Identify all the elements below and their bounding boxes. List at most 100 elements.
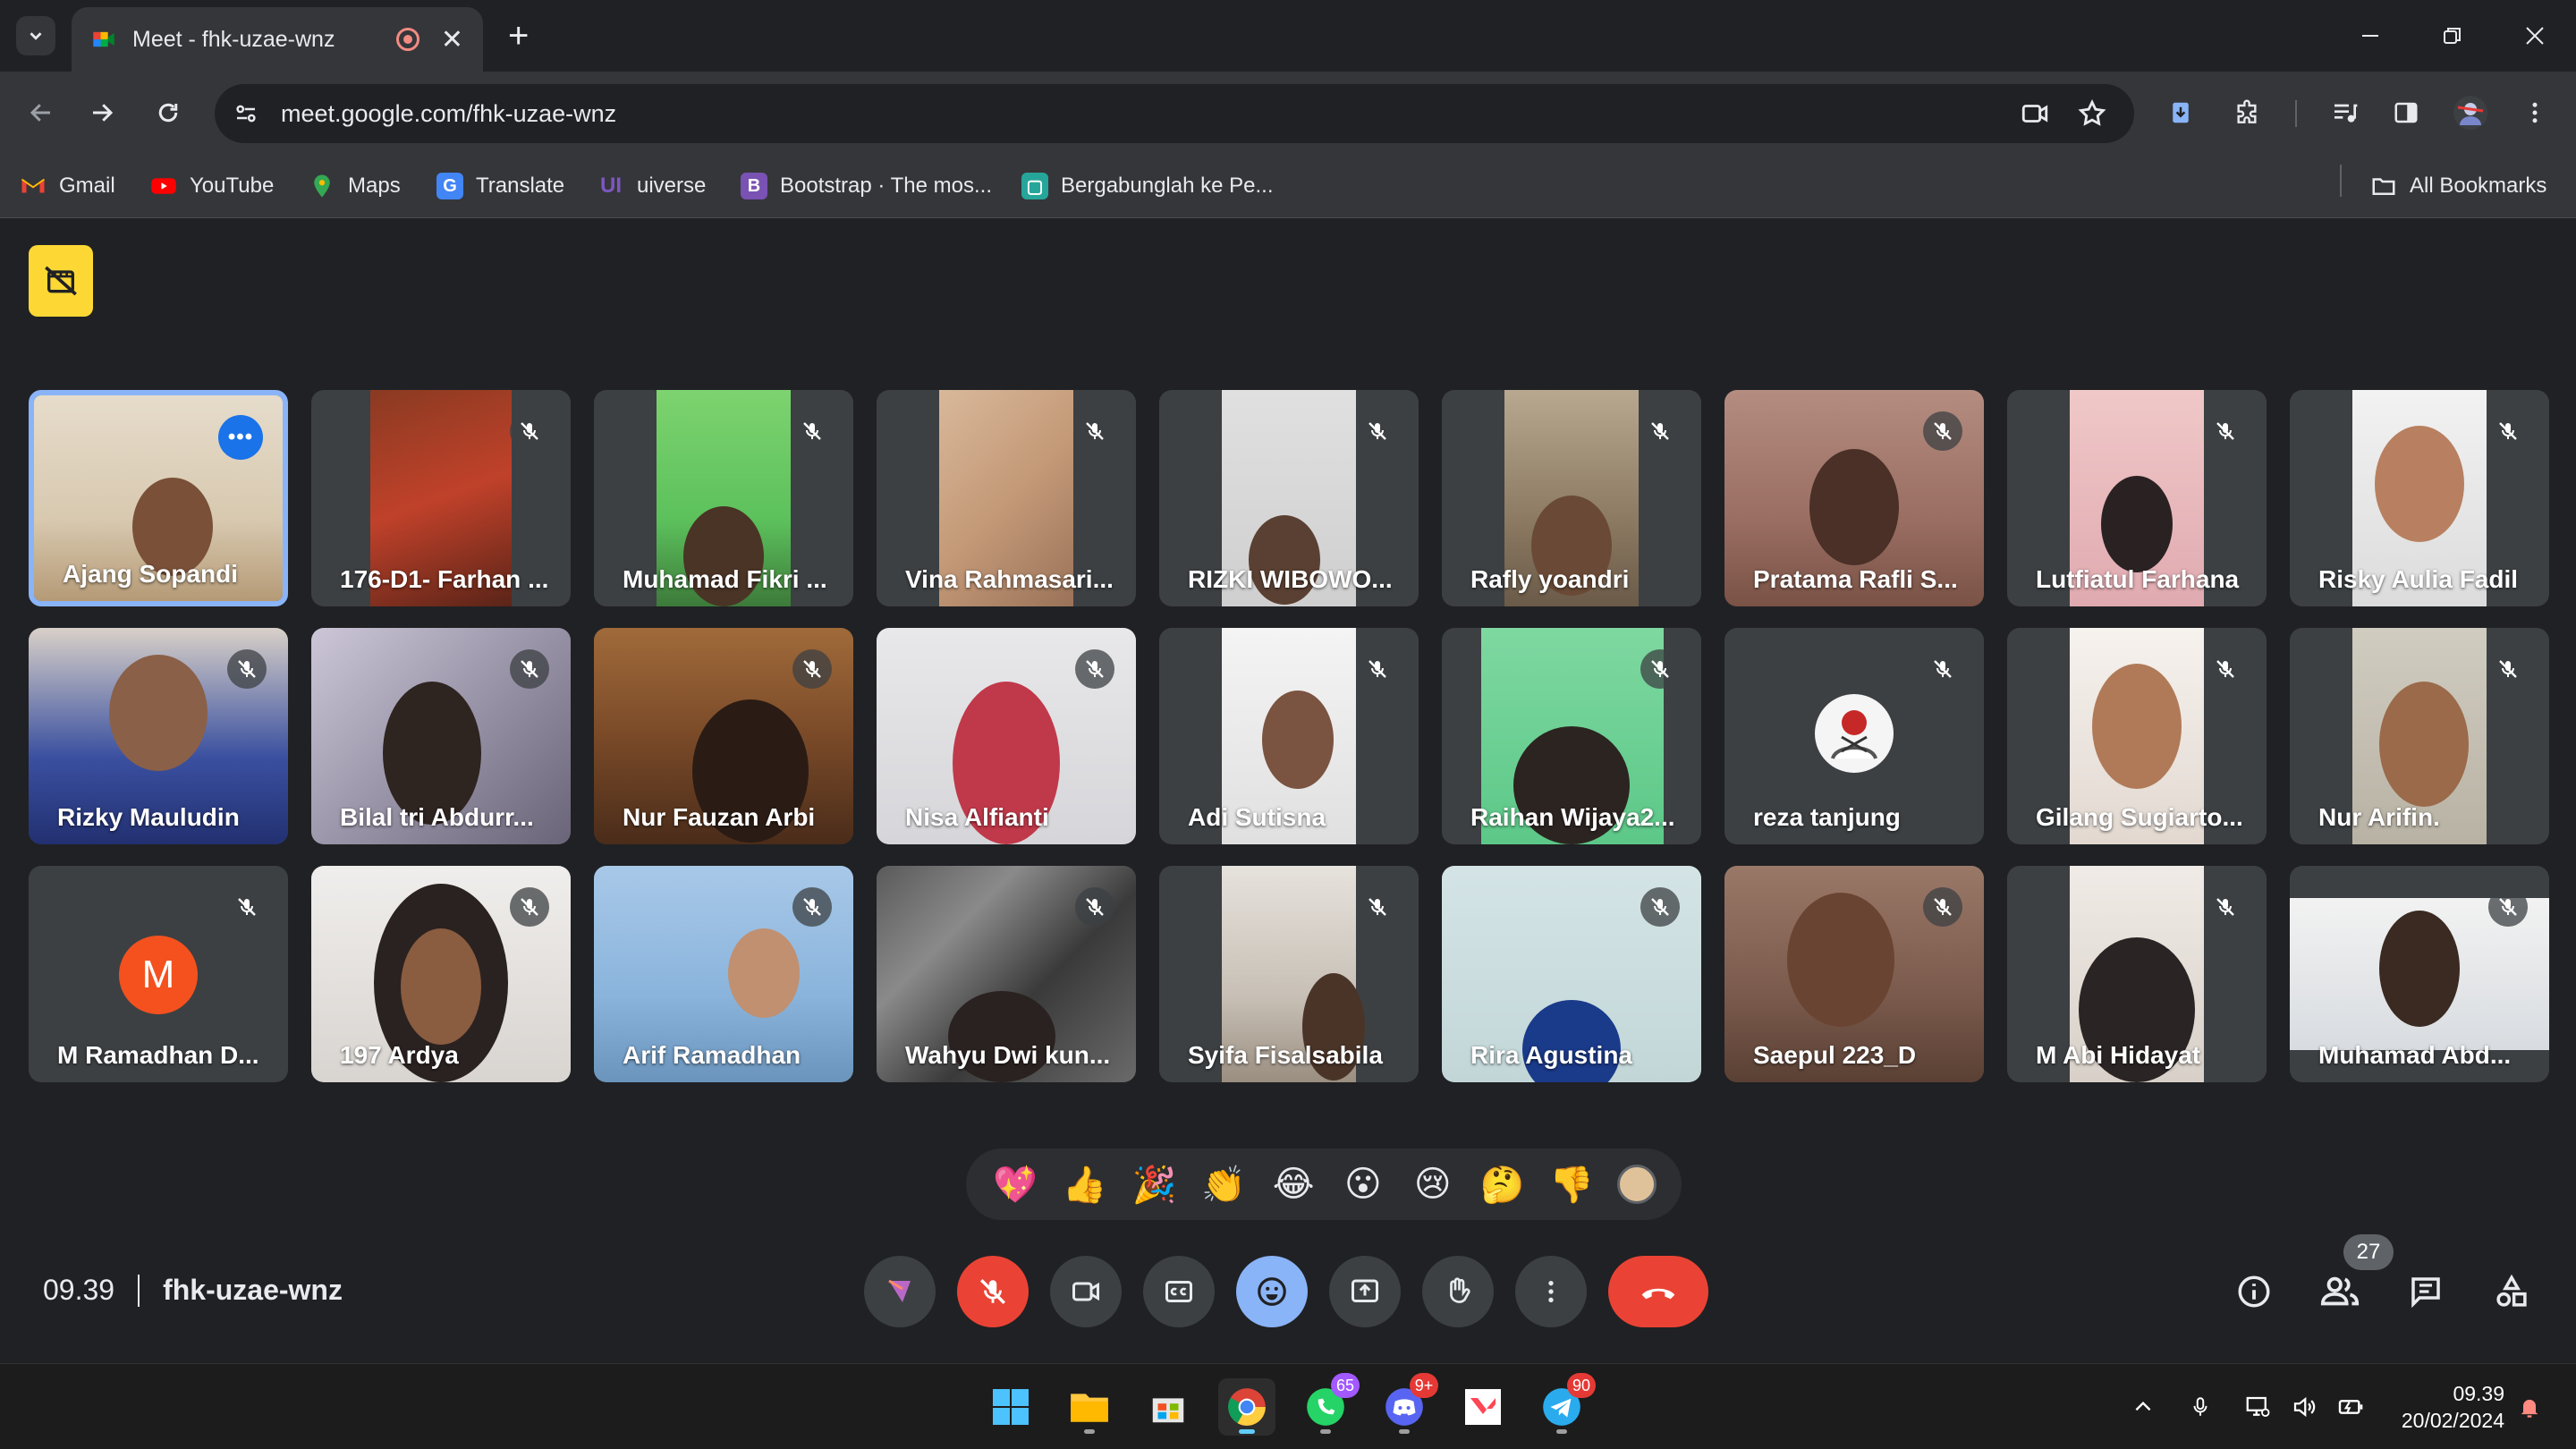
close-window-icon[interactable] [2517,18,2553,54]
all-bookmarks-button[interactable]: All Bookmarks [2370,168,2546,204]
camera-off-indicator[interactable] [29,245,93,317]
reaction-thumbs-up[interactable]: 👍 [1061,1160,1109,1208]
browser-tab[interactable]: Meet - fhk-uzae-wnz ✕ [72,7,483,72]
participant-tile[interactable]: Pratama Rafli S... [1724,390,1984,606]
reaction-clapping[interactable]: 👏 [1199,1160,1248,1208]
system-clock[interactable]: 09.39 20/02/2024 [2379,1380,2504,1434]
participant-tile[interactable]: Raihan Wijaya2... [1442,628,1701,844]
camera-toggle-button[interactable] [1050,1256,1122,1327]
camera-in-use-icon[interactable] [2020,98,2050,129]
discord-button[interactable]: 9+ [1376,1373,1438,1436]
people-button[interactable] [2311,1263,2368,1320]
network-icon[interactable] [2240,1389,2275,1425]
running-indicator [1084,1429,1095,1434]
telegram-button[interactable]: 90 [1533,1373,1596,1436]
shapes-icon [2496,1274,2527,1307]
bookmark-label: Gmail [59,174,115,198]
leave-call-button[interactable] [1608,1256,1708,1327]
participant-tile[interactable]: Adi Sutisna [1159,628,1419,844]
volume-icon[interactable] [2286,1389,2322,1425]
bookmark-label: Bootstrap · The mos... [780,174,992,198]
participant-tile[interactable]: RIZKI WIBOWO... [1159,390,1419,606]
tab-close-icon[interactable]: ✕ [441,24,463,55]
reaction-laughing[interactable]: 😂 [1269,1160,1318,1208]
participant-tile[interactable]: Rizky Mauludin [29,628,288,844]
participant-tile[interactable]: Lutfiatul Farhana [2007,390,2267,606]
star-icon[interactable] [2077,98,2107,129]
participant-tile[interactable]: Rafly yoandri [1442,390,1701,606]
restore-icon[interactable] [2435,18,2470,54]
bookmark-uiverse[interactable]: UI uiverse [597,168,706,204]
reload-button[interactable] [147,91,190,134]
participant-tile[interactable]: Bilal tri Abdurr... [311,628,571,844]
reaction-crying[interactable]: 😢 [1409,1160,1457,1208]
chrome-taskbar-button[interactable] [1218,1378,1275,1436]
participant-tile[interactable]: Nur Arifin. [2290,628,2549,844]
raise-hand-button[interactable] [1422,1256,1494,1327]
activities-button[interactable] [2483,1263,2540,1320]
participant-tile[interactable]: Arif Ramadhan [594,866,853,1082]
participant-tile[interactable]: Syifa Fisalsabila [1159,866,1419,1082]
present-screen-button[interactable] [1329,1256,1401,1327]
mic-toggle-button[interactable] [957,1256,1029,1327]
battery-icon[interactable] [2333,1389,2368,1425]
chat-button[interactable] [2397,1263,2454,1320]
captions-button[interactable] [1143,1256,1215,1327]
chrome-menu-icon[interactable] [2515,93,2555,132]
tab-search-button[interactable] [16,16,55,55]
extension-download-icon[interactable] [2161,93,2200,132]
reaction-sparkling-heart[interactable]: 💖 [991,1160,1039,1208]
address-bar[interactable]: meet.google.com/fhk-uzae-wnz [215,84,2134,143]
reaction-surprised[interactable]: 😮 [1339,1160,1387,1208]
bookmark-maps[interactable]: Maps [309,168,401,204]
back-button[interactable] [20,91,63,134]
participant-tile[interactable]: 176-D1- Farhan ... [311,390,571,606]
participant-tile[interactable]: 197 Ardya [311,866,571,1082]
participant-tile[interactable]: reza tanjung [1724,628,1984,844]
extensions-puzzle-icon[interactable] [2227,93,2267,132]
participant-tile[interactable]: Nur Fauzan Arbi [594,628,853,844]
skin-tone-picker[interactable] [1617,1165,1657,1204]
participant-tile[interactable]: Saepul 223_D [1724,866,1984,1082]
profile-avatar[interactable] [2451,93,2490,132]
reaction-party-popper[interactable]: 🎉 [1130,1160,1178,1208]
participant-tile[interactable]: Risky Aulia Fadil [2290,390,2549,606]
forward-button[interactable] [80,91,123,134]
reaction-thinking[interactable]: 🤔 [1478,1160,1526,1208]
valorant-button[interactable] [1454,1378,1512,1436]
participant-tile[interactable]: M Abi Hidayat [2007,866,2267,1082]
participant-tile[interactable]: M M Ramadhan D... [29,866,288,1082]
more-options-button[interactable] [1515,1256,1587,1327]
bookmark-youtube[interactable]: YouTube [150,168,274,204]
side-panel-icon[interactable] [2386,93,2426,132]
annotate-button[interactable] [864,1256,936,1327]
bookmark-classroom[interactable]: ▢ Bergabunglah ke Pe... [1021,168,1274,204]
bookmark-gmail[interactable]: Gmail [20,168,115,204]
new-tab-button[interactable]: + [508,18,529,54]
show-hidden-icons-button[interactable] [2125,1389,2161,1425]
participant-tile[interactable]: Muhamad Fikri ... [594,390,853,606]
bookmark-bootstrap[interactable]: B Bootstrap · The mos... [741,168,992,204]
notification-bell-icon[interactable] [2512,1389,2547,1425]
microsoft-store-button[interactable] [1140,1378,1197,1436]
media-controls-icon[interactable] [2326,93,2365,132]
bookmark-translate[interactable]: G Translate [436,168,564,204]
start-button[interactable] [982,1378,1039,1436]
whatsapp-button[interactable]: 65 [1297,1373,1360,1436]
participant-tile[interactable]: Gilang Sugiarto... [2007,628,2267,844]
site-info-icon[interactable] [233,100,259,127]
participant-tile[interactable]: Rira Agustina [1442,866,1701,1082]
reaction-thumbs-down[interactable]: 👎 [1547,1160,1596,1208]
participant-tile[interactable]: Wahyu Dwi kun... [877,866,1136,1082]
reactions-button[interactable] [1236,1256,1308,1327]
minimize-icon[interactable] [2352,18,2388,54]
file-explorer-button[interactable] [1061,1378,1118,1436]
participant-tile[interactable]: Nisa Alfianti [877,628,1136,844]
microphone-tray-icon[interactable] [2182,1389,2218,1425]
participant-tile[interactable]: Muhamad Abd... [2290,866,2549,1082]
more-options-button[interactable]: ••• [218,415,263,460]
maps-icon [314,174,330,198]
participant-tile[interactable]: Vina Rahmasari... [877,390,1136,606]
participant-tile[interactable]: ••• Ajang Sopandi [29,390,288,606]
meeting-details-button[interactable] [2225,1263,2283,1320]
